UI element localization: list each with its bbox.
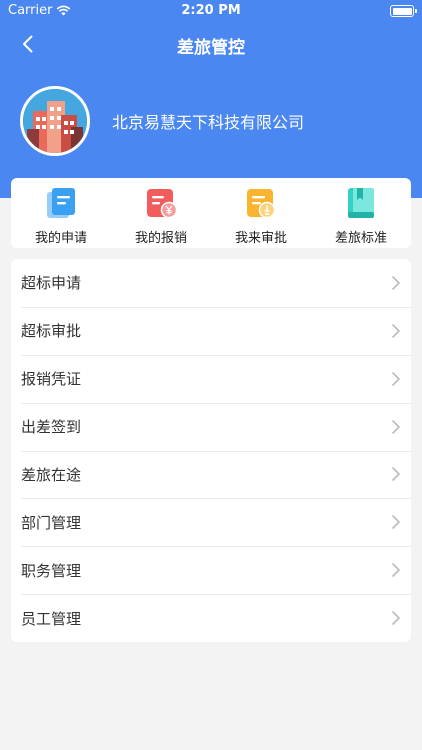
chevron-right-icon	[392, 371, 400, 386]
application-doc-icon	[47, 188, 75, 218]
chevron-right-icon	[392, 563, 400, 577]
quick-action-label: 我的申请	[34, 231, 87, 246]
quick-action-label: 差旅标准	[334, 231, 387, 246]
menu-item-travel-in-progress[interactable]: 差旅在途	[11, 450, 411, 499]
menu-item-trip-check-in[interactable]: 出差签到	[11, 402, 411, 451]
chevron-right-icon	[392, 467, 400, 482]
quick-action-label: 我的报销	[134, 231, 187, 246]
menu-item-label: 报销凭证	[21, 370, 82, 389]
menu-item-over-standard-approval[interactable]: 超标审批	[11, 306, 411, 355]
menu-item-department-management[interactable]: 部门管理	[11, 498, 411, 546]
menu-item-label: 超标申请	[21, 274, 82, 293]
menu-item-label: 出差签到	[21, 418, 82, 437]
battery-icon	[390, 5, 417, 17]
menu-item-label: 差旅在途	[21, 465, 82, 484]
reimbursement-yuan-icon	[147, 189, 178, 219]
quick-action-approve[interactable]: 我来审批	[211, 178, 311, 248]
quick-action-my-application[interactable]: 我的申请	[11, 178, 111, 248]
company-profile: 北京易慧天下科技有限公司	[20, 86, 304, 156]
chevron-right-icon	[392, 324, 400, 338]
quick-action-my-reimbursement[interactable]: 我的报销	[111, 178, 211, 248]
quick-action-travel-standard[interactable]: 差旅标准	[311, 178, 411, 248]
page-title: 差旅管控	[177, 38, 245, 58]
status-time: 2:20 PM	[181, 3, 241, 18]
status-bar: Carrier 2:20 PM	[0, 0, 422, 22]
navigation-bar: 差旅管控	[0, 22, 422, 66]
menu-list: 超标申请 超标审批 报销凭证 出差签到 差旅在途 部门管理 职务管理 员工管理	[11, 259, 411, 642]
standard-book-icon	[348, 188, 374, 218]
quick-action-label: 我来审批	[234, 231, 287, 246]
menu-item-label: 员工管理	[21, 609, 82, 628]
menu-item-label: 超标审批	[21, 322, 82, 341]
city-buildings-icon	[23, 89, 87, 153]
chevron-right-icon	[392, 276, 400, 290]
quick-actions-card: 我的申请 我的报销 我来审批 差旅标准	[11, 178, 411, 248]
menu-item-label: 部门管理	[21, 513, 82, 532]
chevron-right-icon	[392, 611, 400, 625]
menu-item-label: 职务管理	[21, 561, 82, 580]
approval-doc-icon	[247, 189, 276, 219]
menu-item-reimbursement-voucher[interactable]: 报销凭证	[11, 354, 411, 403]
company-name: 北京易慧天下科技有限公司	[112, 113, 305, 132]
chevron-right-icon	[392, 515, 400, 530]
menu-item-position-management[interactable]: 职务管理	[11, 546, 411, 594]
menu-item-employee-management[interactable]: 员工管理	[11, 594, 411, 642]
avatar	[20, 86, 90, 156]
menu-item-over-standard-application[interactable]: 超标申请	[11, 259, 411, 307]
chevron-right-icon	[392, 419, 400, 434]
